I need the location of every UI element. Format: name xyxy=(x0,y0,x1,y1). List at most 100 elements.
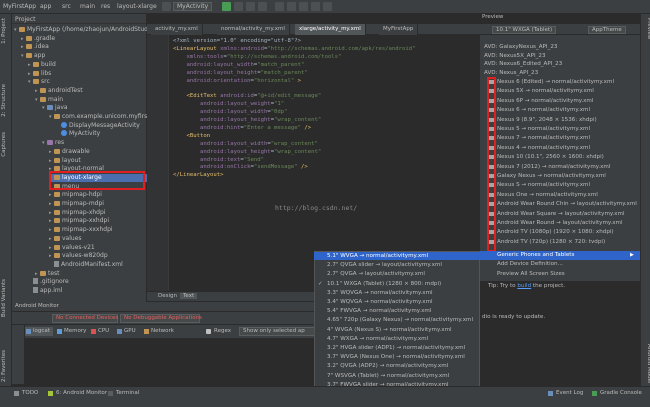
screen-size-item[interactable]: 7" WSVGA (Tablet) → normal/activitymy.xm… xyxy=(314,372,480,380)
device-item[interactable]: Nexus S → normal/activitymy.xml xyxy=(497,181,590,190)
tab-gpu[interactable]: GPU xyxy=(116,327,136,336)
device-menu-item[interactable]: Add Device Definition... xyxy=(480,260,640,269)
device-dropdown[interactable]: 10.1" WXGA (Tablet) xyxy=(492,26,557,34)
tree-item[interactable]: ▸ values-v21 xyxy=(49,244,147,252)
breadcrumb-src[interactable]: src xyxy=(62,3,71,10)
avd-item[interactable]: AVD: Nexus5X_API_23 xyxy=(484,52,546,61)
breadcrumb-layout-xlarge[interactable]: layout-xlarge xyxy=(117,3,157,10)
screen-size-item[interactable]: 3.2" HVGA slider (ADP1) → normal/activit… xyxy=(314,344,480,352)
tool-tab-preview[interactable]: Preview xyxy=(642,18,650,39)
gradle-console-button[interactable]: Gradle Console xyxy=(592,390,642,396)
tool-tab-favorites[interactable]: 2: Favorites xyxy=(1,350,11,382)
regex-checkbox[interactable]: Regex xyxy=(205,327,231,336)
android-monitor-button[interactable]: 6: Android Monitor xyxy=(48,390,107,396)
screen-size-item[interactable]: 5.4" FWVGA → normal/activitymy.xml xyxy=(314,307,480,315)
tool-tab-project[interactable]: 1: Project xyxy=(1,18,11,44)
attach-icon[interactable] xyxy=(246,2,255,11)
device-item[interactable]: Nexus 10 (10.1", 2560 × 1600: xhdpi) xyxy=(497,153,604,162)
run-icon[interactable] xyxy=(222,2,231,11)
screen-size-item[interactable]: 3.2" QVGA (ADP2) → normal/activitymy.xml xyxy=(314,362,480,370)
tree-item[interactable]: ▸ mipmap-xxxhdpi xyxy=(49,226,147,234)
tab-logcat[interactable]: logcat xyxy=(25,327,53,336)
tree-item[interactable]: ▸ .idea xyxy=(21,43,147,51)
screen-size-item[interactable]: 3.4" WQVGA → normal/activitymy.xml xyxy=(314,298,480,306)
breadcrumb-project[interactable]: MyFirstApp xyxy=(3,3,36,10)
logcat-filter-dropdown[interactable]: Show only selected ap xyxy=(239,327,315,336)
device-item[interactable]: Android Wear Round Chin → layout/activit… xyxy=(497,200,637,209)
screen-size-item[interactable]: 4" WVGA (Nexus S) → normal/activitymy.xm… xyxy=(314,326,480,334)
device-item[interactable]: Nexus 7 → normal/activitymy.xml xyxy=(497,134,590,143)
device-item[interactable]: Android Wear Round → layout/activitymy.x… xyxy=(497,219,623,228)
tree-item[interactable]: ▸ mipmap-xxhdpi xyxy=(49,217,147,225)
device-item[interactable]: Nexus 5 → normal/activitymy.xml xyxy=(497,125,590,134)
tab-memory[interactable]: Memory xyxy=(56,327,86,336)
device-item[interactable]: Nexus 6 (Edited) → normal/activitymy.xml xyxy=(497,78,614,87)
breadcrumb-app[interactable]: app xyxy=(40,3,51,10)
avd-item[interactable]: AVD: Nexus6_Edited_API_23 xyxy=(484,60,562,69)
run-config-icon[interactable] xyxy=(162,2,171,11)
project-view-dropdown[interactable]: Project xyxy=(15,16,36,23)
tree-item[interactable]: ▸ libs xyxy=(28,70,147,78)
tool-tab-build-variants[interactable]: Build Variants xyxy=(1,279,11,317)
tool-tab-structure[interactable]: 2: Structure xyxy=(1,84,11,117)
device-item[interactable]: Android TV (1080p) (1920 × 1080: xhdpi) xyxy=(497,228,614,237)
tree-item[interactable]: ▸ values-w820dp xyxy=(49,252,147,260)
editor-tab[interactable]: MyFirstApp xyxy=(379,24,419,35)
breadcrumb-main[interactable]: main xyxy=(80,3,95,10)
device-item[interactable]: Nexus 5X → normal/activitymy.xml xyxy=(497,87,594,96)
tree-item[interactable]: ▸ test xyxy=(35,270,147,278)
device-item[interactable]: Nexus 6 → normal/activitymy.xml xyxy=(497,106,590,115)
tree-item[interactable]: ▸ mipmap-mdpi xyxy=(49,200,147,208)
tree-item[interactable]: ▸ mipmap-hdpi xyxy=(49,191,147,199)
device-item[interactable]: Nexus 4 → normal/activitymy.xml xyxy=(497,144,590,153)
tool-tab-captures[interactable]: Captures xyxy=(1,132,11,157)
device-item[interactable]: Nexus 9 (8.9", 2048 × 1536: xhdpi) xyxy=(497,116,597,125)
apps-dropdown[interactable]: No Debuggable Applications xyxy=(120,314,202,323)
avd-manager-icon[interactable] xyxy=(287,2,296,11)
tree-item[interactable]: app.iml xyxy=(28,287,147,295)
theme-dropdown[interactable]: AppTheme xyxy=(588,26,626,34)
device-item[interactable]: Android TV (720p) (1280 × 720: tvdpi) xyxy=(497,238,605,247)
tree-item[interactable]: ▾ java xyxy=(42,104,147,112)
sync-icon[interactable] xyxy=(275,2,284,11)
tab-design[interactable]: Design xyxy=(155,293,180,299)
tab-network[interactable]: Network xyxy=(143,327,174,336)
monitor-icon[interactable] xyxy=(311,2,320,11)
run-config-dropdown[interactable]: MyActivity xyxy=(173,2,213,11)
tree-item[interactable]: .gitignore xyxy=(28,278,147,286)
tree-item[interactable]: ▸ build xyxy=(28,61,147,69)
logcat-output[interactable] xyxy=(25,338,315,384)
device-item[interactable]: Nexus 6P → normal/activitymy.xml xyxy=(497,97,593,106)
tab-text[interactable]: Text xyxy=(180,293,198,299)
screen-size-item[interactable]: 2.7" QVGA → layout/activitymy.xml xyxy=(314,270,480,278)
tree-item[interactable]: ▸ values xyxy=(49,235,147,243)
tree-item[interactable]: ▾ com.example.unicom.myfirstapp xyxy=(49,113,161,121)
tree-item[interactable]: ▾ res xyxy=(42,139,147,147)
device-item[interactable]: Nexus 7 (2012) → normal/activitymy.xml xyxy=(497,163,610,172)
screen-size-item[interactable]: 2.7" QVGA slider → layout/activitymy.xml xyxy=(314,261,480,269)
tree-item[interactable]: ▾ main xyxy=(35,96,147,104)
todo-button[interactable]: TODO xyxy=(14,390,38,396)
event-log-button[interactable]: Event Log xyxy=(548,390,583,396)
editor-tab[interactable]: activity_my.xml xyxy=(151,24,203,35)
tree-item[interactable]: ▸ mipmap-xhdpi xyxy=(49,209,147,217)
tree-item[interactable]: ▸ drawable xyxy=(49,148,147,156)
tab-cpu[interactable]: CPU xyxy=(90,327,109,336)
terminal-button[interactable]: Terminal xyxy=(108,390,139,396)
debug-icon[interactable] xyxy=(234,2,243,11)
screen-size-item[interactable]: 4.7" WXGA → normal/activitymy.xml xyxy=(314,335,480,343)
tip-build-link[interactable]: build xyxy=(517,283,531,289)
tree-item[interactable]: ▾ src xyxy=(28,78,147,86)
device-item[interactable]: Nexus One → normal/activitymy.xml xyxy=(497,191,598,200)
editor-tab[interactable]: xlarge/activity_my.xml xyxy=(295,24,366,35)
tree-item[interactable]: ▸ androidTest xyxy=(35,87,147,95)
tree-item[interactable]: ▸ .gradle xyxy=(21,35,147,43)
tree-item[interactable]: DisplayMessageActivity xyxy=(56,121,147,130)
tree-item[interactable]: ▸ layout xyxy=(49,157,147,165)
screen-size-item[interactable]: 3.7" WVGA (Nexus One) → normal/activitym… xyxy=(314,353,480,361)
device-menu-item[interactable]: Generic Phones and Tablets xyxy=(480,251,640,260)
screen-size-item[interactable]: ✓ 10.1" WXGA (Tablet) (1280 × 800: mdpi) xyxy=(314,280,480,288)
screen-size-item[interactable]: 4.65" 720p (Galaxy Nexus) → normal/activ… xyxy=(314,316,480,324)
device-item[interactable]: Android Wear Square → layout/activitymy.… xyxy=(497,210,625,219)
editor-tab[interactable]: normal/activity_my.xml xyxy=(217,24,290,35)
